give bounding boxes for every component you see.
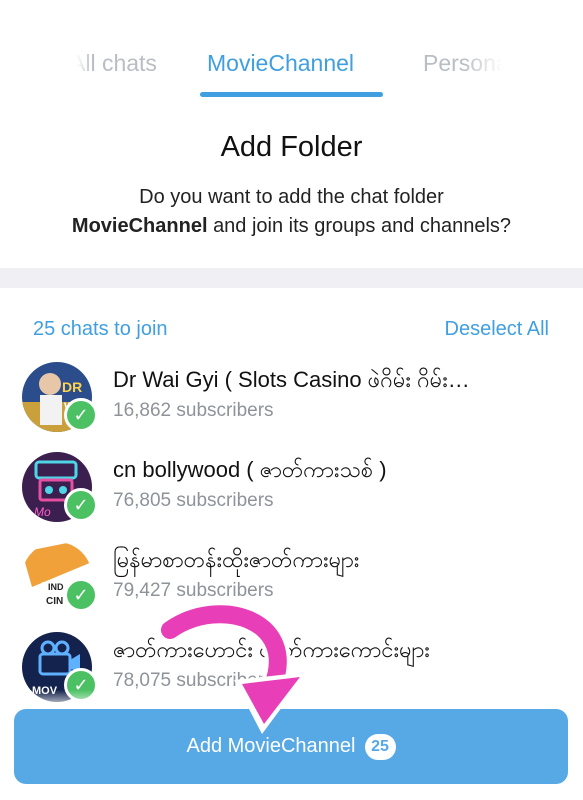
count-badge: 25 — [364, 733, 396, 760]
chat-subscribers: 79,427 subscribers — [113, 580, 274, 601]
chat-list-item[interactable]: IND CIN ✓ မြန်မာစာတန်းထိုးဇာတ်ကားများ 79… — [0, 542, 583, 628]
deselect-all-button[interactable]: Deselect All — [445, 318, 550, 341]
section-divider — [0, 268, 583, 288]
chat-name: ဇာတ်ကားဟောင်း ဇာတ်ကားကောင်းများ — [113, 637, 430, 662]
svg-text:CIN: CIN — [46, 596, 63, 607]
svg-text:IND: IND — [48, 582, 64, 592]
chat-name: မြန်မာစာတန်းထိုးဇာတ်ကားများ — [113, 547, 360, 572]
chat-subscribers: 76,805 subscribers — [113, 490, 274, 511]
tab-moviechannel[interactable]: MovieChannel — [207, 50, 354, 77]
add-folder-button[interactable]: Add MovieChannel 25 — [14, 709, 568, 784]
svg-text:DR: DR — [62, 379, 82, 395]
folder-tabs: All chats MovieChannel Personal — [0, 0, 583, 100]
chat-list-item[interactable]: DR WAI ✓ Dr Wai Gyi ( Slots Casino ဖဲဂိမ… — [0, 362, 583, 448]
chats-count-label: 25 chats to join — [33, 318, 168, 340]
chat-subscribers: 16,862 subscribers — [113, 400, 274, 421]
chat-list-item[interactable]: Mo ✓ cn bollywood ( ဇာတ်ကားသစ် ) 76,805 … — [0, 452, 583, 538]
selected-check-icon: ✓ — [64, 488, 98, 522]
chat-subscribers: 78,075 subscribers — [113, 670, 274, 691]
chat-name: cn bollywood ( ဇာတ်ကားသစ် ) — [113, 457, 387, 482]
dialog-title: Add Folder — [220, 131, 363, 163]
dialog-description: Do you want to add the chat folder Movie… — [71, 186, 512, 237]
folder-name: MovieChannel — [71, 215, 208, 237]
selected-check-icon: ✓ — [64, 398, 98, 432]
tab-all-chats[interactable]: All chats — [66, 48, 157, 82]
active-tab-indicator — [200, 92, 383, 97]
tab-personal[interactable]: Personal — [423, 48, 524, 82]
svg-text:Mo: Mo — [34, 505, 51, 519]
selected-check-icon: ✓ — [64, 578, 98, 612]
chat-name: Dr Wai Gyi ( Slots Casino ဖဲဂိမ်း ဂိမ်း… — [113, 367, 470, 392]
